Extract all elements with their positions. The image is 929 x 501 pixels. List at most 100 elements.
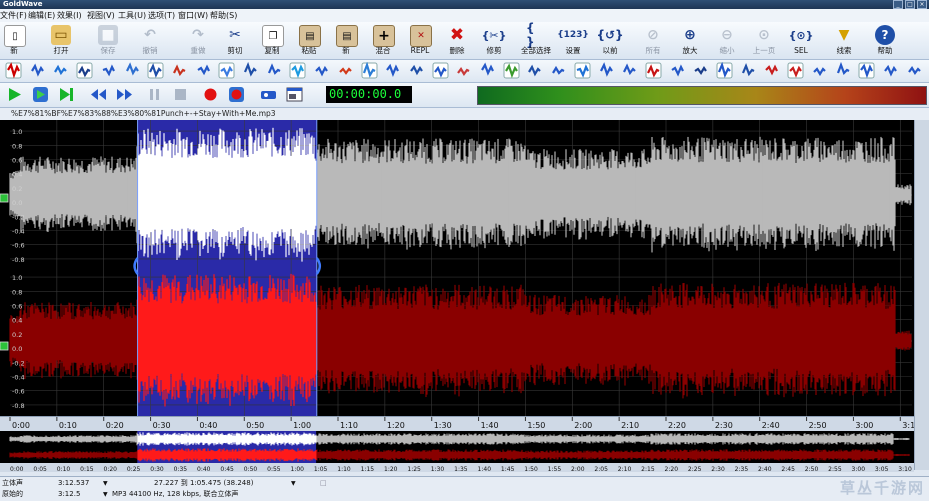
status-channels: 立体声	[2, 479, 23, 487]
channel-mixer-icon[interactable]	[645, 62, 662, 79]
left-channel-checkbox[interactable]	[0, 193, 9, 203]
auto-cue-icon[interactable]	[835, 61, 852, 79]
control-window-icon[interactable]	[286, 86, 303, 103]
menu-view[interactable]: 视图(V)	[87, 10, 115, 21]
menu-effects[interactable]: 效果(I)	[57, 10, 82, 21]
time-warp-icon[interactable]	[455, 62, 472, 79]
play-selection-icon[interactable]	[32, 86, 49, 103]
waveform-view[interactable]: 1.0 0.8 0.6 0.4 0.2 0.0 -0.2 -0.4 -0.6 -0.8 1.0 0.8…	[0, 120, 914, 416]
overview-waveform[interactable]	[0, 431, 914, 463]
replace-button[interactable]: ✕ REPL	[402, 23, 438, 58]
fade-out-icon[interactable]	[171, 62, 188, 79]
reverb-icon[interactable]	[337, 62, 354, 79]
vertical-scrollbar[interactable]	[914, 120, 929, 470]
status-format-dropdown-icon[interactable]: ▼	[103, 489, 108, 500]
view-all-button[interactable]: ⊘ 所有	[635, 23, 671, 58]
stop-icon[interactable]	[172, 86, 189, 103]
save-button[interactable]: ■ 保存	[90, 23, 126, 58]
overview-tick-label: 2:10	[618, 466, 632, 472]
right-channel-checkbox[interactable]	[0, 341, 9, 351]
play-to-end-icon[interactable]	[58, 86, 75, 103]
stop-effect-icon[interactable]	[5, 62, 22, 79]
match-volume-icon[interactable]	[526, 62, 543, 79]
play-icon[interactable]	[6, 86, 23, 103]
record-icon[interactable]	[202, 86, 219, 103]
volume-down-icon[interactable]	[740, 62, 757, 79]
maximize-button[interactable]: □	[905, 0, 915, 9]
trim-button[interactable]: {✂} 修剪	[476, 23, 512, 58]
copy-button[interactable]: ❐ 复制	[254, 23, 290, 58]
record-selection-icon[interactable]	[228, 86, 245, 103]
volume-change-icon[interactable]	[479, 62, 496, 79]
offset-icon[interactable]	[266, 62, 283, 79]
pause-icon[interactable]	[146, 86, 163, 103]
undo-button[interactable]: ↶ 撤销	[132, 23, 168, 58]
invert-icon[interactable]	[218, 62, 235, 79]
timer-icon[interactable]	[882, 62, 899, 79]
paste-button[interactable]: ▤ 粘贴	[291, 23, 327, 58]
resample-icon[interactable]	[692, 62, 709, 79]
close-button[interactable]: ×	[917, 0, 927, 9]
volume-shape-icon[interactable]	[503, 62, 520, 79]
fast-forward-icon[interactable]	[116, 86, 133, 103]
menu-window[interactable]: 窗口(W)	[178, 10, 208, 21]
overview-tick-label: 1:15	[361, 466, 375, 472]
compressor-icon[interactable]	[621, 62, 638, 79]
zoom-in-button[interactable]: ⊕ 放大	[672, 23, 708, 58]
previous-button[interactable]: {↺} 以前	[592, 23, 628, 58]
stereo-icon[interactable]	[432, 62, 449, 79]
menu-options[interactable]: 选项(T)	[148, 10, 175, 21]
mechanize-icon[interactable]	[242, 61, 259, 79]
cd-reader-icon[interactable]	[858, 62, 875, 79]
silence-icon[interactable]	[384, 62, 401, 79]
dynamics-icon[interactable]	[52, 62, 69, 79]
zoom-out-button[interactable]: ⊖ 缩小	[709, 23, 745, 58]
doppler-icon[interactable]	[29, 62, 46, 79]
status-selection-dropdown-icon[interactable]: ▼	[291, 478, 296, 489]
help-button[interactable]: ? 帮助	[867, 23, 903, 58]
marker-left-icon[interactable]	[763, 62, 780, 79]
maximize-icon[interactable]	[550, 62, 567, 79]
set-button[interactable]: {123} 设置	[555, 23, 591, 58]
filter-icon[interactable]	[195, 62, 212, 79]
delete-button[interactable]: ✖ 删除	[439, 23, 475, 58]
cue-button[interactable]: ▼ 线索	[826, 23, 862, 58]
batch-icon[interactable]	[906, 62, 923, 79]
previous-page-button[interactable]: ⊙ 上一页	[746, 23, 782, 58]
new-button[interactable]: ▯ 新	[0, 23, 32, 58]
marker-right-icon[interactable]	[787, 62, 804, 79]
volume-up-icon[interactable]	[716, 61, 733, 79]
menu-help[interactable]: 帮助(S)	[210, 10, 237, 21]
fade-curve-icon[interactable]	[811, 62, 828, 79]
save-icon: ■	[98, 25, 118, 45]
reverse-icon[interactable]	[361, 61, 378, 79]
rewind-icon[interactable]	[90, 86, 107, 103]
menu-file[interactable]: 文件(F)	[0, 10, 27, 21]
menu-tools[interactable]: 工具(U)	[118, 10, 146, 21]
menu-edit[interactable]: 编辑(E)	[28, 10, 55, 21]
mix-button[interactable]: + 混合	[365, 23, 401, 58]
noise-reduction-icon[interactable]	[574, 62, 591, 79]
pan-icon[interactable]	[289, 62, 306, 79]
pitch-icon[interactable]	[313, 62, 330, 79]
spectrum-icon[interactable]	[408, 62, 425, 79]
overview-tick-label: 0:20	[104, 466, 118, 472]
flanger-icon[interactable]	[124, 62, 141, 79]
echo-icon[interactable]	[76, 62, 93, 79]
fade-in-icon[interactable]	[147, 62, 164, 79]
select-all-button[interactable]: { } 全部选择	[518, 21, 554, 58]
overview-tick-label: 0:45	[220, 466, 234, 472]
redo-button[interactable]: ↷ 重做	[180, 23, 216, 58]
pan-envelope-icon[interactable]	[669, 62, 686, 79]
zoom-selection-button[interactable]: {⊙} SEL	[783, 23, 819, 58]
overview-tick-label: 0:40	[197, 466, 211, 472]
cut-button[interactable]: ✂ 剪切	[217, 23, 253, 58]
pop-clicks-icon[interactable]	[598, 62, 615, 79]
paste-new-button[interactable]: ▤ 新	[328, 23, 364, 58]
monitor-icon[interactable]	[260, 86, 277, 103]
status-dropdown-icon[interactable]: ▼	[103, 478, 108, 489]
undo-icon: ↶	[144, 27, 156, 43]
open-button[interactable]: ▭ 打开	[43, 23, 79, 58]
minimize-button[interactable]: _	[893, 0, 903, 9]
equalizer-icon[interactable]	[100, 62, 117, 79]
